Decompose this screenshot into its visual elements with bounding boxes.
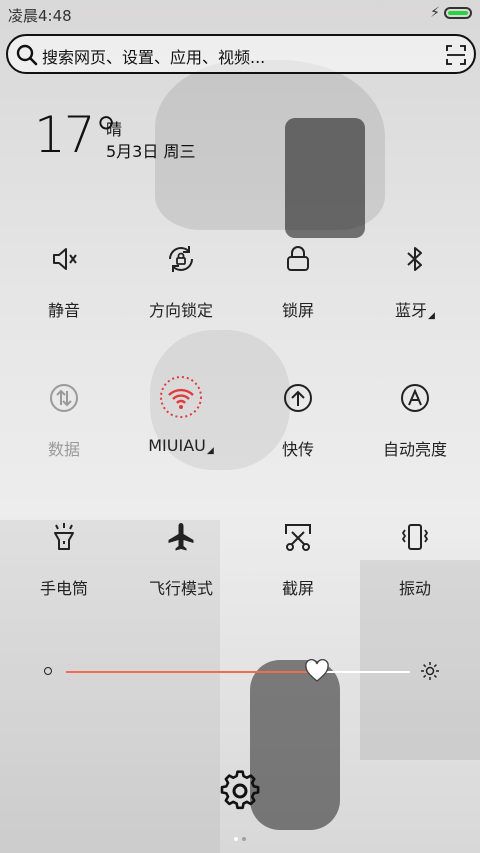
temperature: 17° (34, 106, 119, 164)
toggle-mobile-data[interactable]: 数据 (9, 381, 119, 491)
toggle-quick-transfer[interactable]: 快传 (243, 381, 353, 491)
toggle-label: 手电筒 (39, 579, 88, 598)
page-indicator (232, 826, 248, 845)
toggle-label: 自动亮度 (382, 440, 447, 459)
toggle-label: 快传 (281, 440, 314, 459)
weather-date: 5月3日 周三 (106, 142, 196, 161)
toggle-label: 截屏 (281, 579, 314, 598)
toggle-flashlight[interactable]: 手电筒 (9, 520, 119, 630)
rotation-lock-icon (169, 246, 193, 272)
toggle-wifi[interactable]: MIUIAU◢ (126, 376, 236, 491)
search-placeholder: 搜索网页、设置、应用、视频... (42, 48, 266, 67)
toggle-airplane[interactable]: 飞行模式 (126, 520, 236, 630)
screenshot-icon (285, 524, 311, 551)
toggle-label-text: 蓝牙 (395, 301, 428, 320)
toggle-label: 静音 (47, 301, 80, 320)
settings-gear-icon[interactable] (219, 770, 261, 812)
brightness-progress (66, 671, 318, 673)
toggle-label: 锁屏 (281, 301, 314, 320)
toggle-mute[interactable]: 静音 (9, 242, 119, 352)
menu-indicator-icon: ◢ (428, 311, 435, 321)
status-bar: 凌晨4:48 ⚡ (0, 0, 480, 28)
search-icon (16, 44, 38, 66)
brightness-slider[interactable] (0, 657, 480, 687)
toggle-label: 振动 (398, 579, 431, 598)
charging-icon: ⚡ (430, 5, 440, 21)
brightness-high-icon (421, 662, 439, 680)
brightness-low-icon (44, 667, 52, 675)
bluetooth-icon (407, 247, 422, 271)
brightness-thumb-heart-icon[interactable] (304, 659, 330, 683)
airplane-icon (168, 523, 194, 551)
toggle-label-text: MIUIAU (148, 436, 206, 455)
vibrate-icon (401, 524, 429, 550)
mobile-data-icon (50, 384, 78, 412)
toggle-rotation-lock[interactable]: 方向锁定 (126, 242, 236, 352)
toggle-lock-screen[interactable]: 锁屏 (243, 242, 353, 352)
toggle-label: 飞行模式 (148, 579, 213, 598)
toggle-label: 数据 (47, 440, 80, 459)
wifi-icon (160, 376, 202, 418)
auto-brightness-icon (401, 384, 429, 412)
menu-indicator-icon: ◢ (206, 446, 214, 456)
toggle-auto-brightness[interactable]: 自动亮度 (360, 381, 470, 491)
scan-icon[interactable] (446, 45, 466, 65)
lock-icon (287, 246, 309, 271)
toggle-screenshot[interactable]: 截屏 (243, 520, 353, 630)
battery-icon (444, 7, 472, 19)
toggle-vibrate[interactable]: 振动 (360, 520, 470, 630)
flashlight-icon (54, 523, 74, 550)
mute-icon (53, 248, 77, 270)
toggle-label: 方向锁定 (148, 301, 213, 320)
toggle-label: MIUIAU◢ (126, 436, 236, 456)
weather-condition: 晴 (106, 120, 123, 139)
search-bar[interactable]: 搜索网页、设置、应用、视频... (6, 34, 476, 74)
toggle-bluetooth[interactable]: 蓝牙◢ (360, 242, 470, 352)
toggle-label: 蓝牙◢ (360, 297, 470, 321)
quick-transfer-icon (284, 384, 312, 412)
status-time: 凌晨4:48 (8, 7, 72, 25)
